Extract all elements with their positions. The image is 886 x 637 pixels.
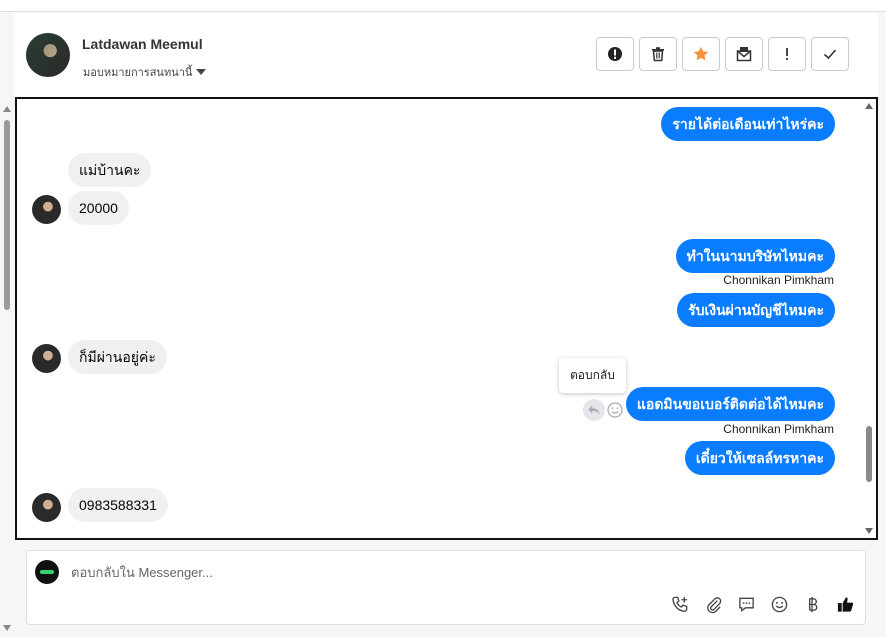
check-icon: [823, 49, 837, 60]
delete-button[interactable]: [639, 37, 677, 71]
mark-spam-button[interactable]: [596, 37, 634, 71]
avatar[interactable]: [32, 344, 61, 373]
scroll-up-icon[interactable]: [865, 103, 873, 109]
avatar[interactable]: [32, 195, 61, 224]
follow-up-button[interactable]: [768, 37, 806, 71]
mark-unread-button[interactable]: [725, 37, 763, 71]
reply-input[interactable]: [71, 565, 571, 580]
page-scrollbar[interactable]: [0, 100, 14, 637]
chat-bubble-icon[interactable]: [736, 594, 756, 614]
paperclip-icon[interactable]: [703, 594, 723, 614]
messenger-page: Latdawan Meemul มอบหมายการสนทนานี้ รายได…: [0, 0, 886, 637]
phone-plus-icon[interactable]: [670, 594, 690, 614]
smiley-icon[interactable]: [769, 594, 789, 614]
reply-icon[interactable]: [583, 399, 605, 421]
composer-tools: [670, 594, 855, 614]
exclamation-icon: [786, 48, 788, 60]
message-bubble-outgoing[interactable]: รับเงินผ่านบัญชีไหมคะ: [677, 293, 835, 327]
assign-dropdown[interactable]: มอบหมายการสนทนานี้: [83, 63, 207, 81]
action-toolbar: [596, 37, 849, 71]
thumbs-up-icon[interactable]: [835, 594, 855, 614]
baht-icon[interactable]: [802, 594, 822, 614]
react-emoji-icon[interactable]: [606, 401, 624, 419]
message-bubble-incoming[interactable]: ก็มีผ่านอยู่ค่ะ: [68, 340, 167, 374]
contact-name[interactable]: Latdawan Meemul: [82, 36, 203, 52]
message-bubble-incoming[interactable]: 20000: [68, 191, 129, 225]
caret-down-icon: [196, 69, 207, 75]
scroll-down-icon[interactable]: [865, 528, 873, 534]
alert-circle-icon: [608, 47, 622, 61]
message-bubble-outgoing[interactable]: เดี๋ยวให้เซลล์ทรหาคะ: [684, 441, 835, 475]
mark-unread-icon: [736, 47, 752, 62]
message-bubble-incoming[interactable]: 0983588331: [68, 488, 168, 522]
top-bar: [0, 0, 886, 12]
thread-scrollbar[interactable]: [862, 99, 876, 538]
page-avatar: [35, 560, 59, 584]
trash-icon: [652, 47, 664, 62]
avatar[interactable]: [26, 33, 70, 77]
sender-name: Chonnikan Pimkham: [723, 422, 834, 436]
assign-label: มอบหมายการสนทนานี้: [83, 67, 193, 79]
star-icon: [693, 46, 709, 61]
sender-name: Chonnikan Pimkham: [723, 273, 834, 287]
reply-tooltip: ตอบกลับ: [559, 358, 626, 393]
scroll-up-icon[interactable]: [3, 106, 11, 112]
mark-done-button[interactable]: [811, 37, 849, 71]
scroll-thumb[interactable]: [866, 426, 872, 482]
message-bubble-outgoing[interactable]: ทำในนามบริษัทไหมคะ: [675, 239, 835, 273]
avatar[interactable]: [32, 493, 61, 522]
conversation-header: Latdawan Meemul มอบหมายการสนทนานี้: [14, 13, 878, 98]
message-bubble-outgoing[interactable]: แอดมินขอเบอร์ติดต่อได้ไหมคะ: [625, 387, 835, 421]
scroll-down-icon[interactable]: [3, 625, 11, 631]
message-bubble-incoming[interactable]: แม่บ้านคะ: [68, 153, 152, 187]
message-bubble-outgoing[interactable]: รายได้ต่อเดือนเท่าไหร่คะ: [661, 107, 835, 141]
reply-composer: [26, 550, 866, 625]
message-thread[interactable]: รายได้ต่อเดือนเท่าไหร่คะ แม่บ้านคะ 20000…: [15, 97, 878, 540]
star-button[interactable]: [682, 37, 720, 71]
scroll-thumb[interactable]: [4, 120, 10, 310]
